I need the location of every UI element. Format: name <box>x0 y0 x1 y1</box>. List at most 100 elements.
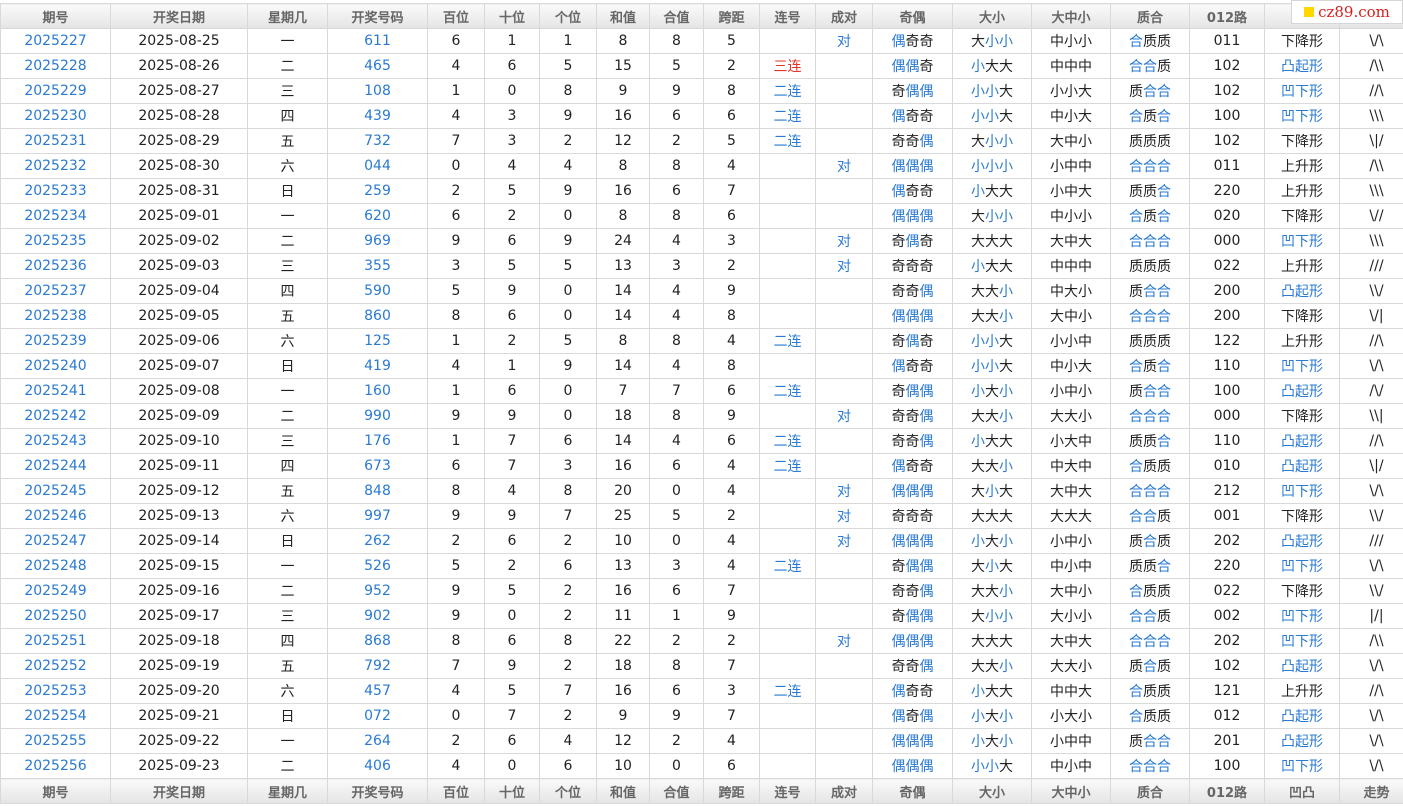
issue-link[interactable]: 2025252 <box>24 658 86 674</box>
number-link[interactable]: 264 <box>364 733 391 749</box>
number-link[interactable]: 160 <box>364 383 391 399</box>
issue-link[interactable]: 2025254 <box>24 708 86 724</box>
road-cell: 202 <box>1189 628 1265 654</box>
number-link[interactable]: 072 <box>364 708 391 724</box>
number-link[interactable]: 044 <box>364 158 391 174</box>
dx-char: 小 <box>985 334 999 350</box>
zh-char: 质 <box>1157 534 1171 550</box>
number-link[interactable]: 108 <box>364 83 391 99</box>
number-link[interactable]: 176 <box>364 433 391 449</box>
zh-cell: 合合合 <box>1110 303 1190 329</box>
number-link[interactable]: 952 <box>364 583 391 599</box>
number-link[interactable]: 860 <box>364 308 391 324</box>
number-cell: 457 <box>327 678 428 704</box>
number-cell: 902 <box>327 603 428 629</box>
number-link[interactable]: 620 <box>364 208 391 224</box>
jo-char: 奇 <box>919 234 934 250</box>
issue-link[interactable]: 2025250 <box>24 608 86 624</box>
number-link[interactable]: 419 <box>364 358 391 374</box>
number-link[interactable]: 848 <box>364 483 391 499</box>
number-link[interactable]: 259 <box>364 183 391 199</box>
issue-link[interactable]: 2025239 <box>24 333 86 349</box>
dx-char: 大 <box>999 559 1013 575</box>
issue-link[interactable]: 2025232 <box>24 158 86 174</box>
sum-cell: 10 <box>596 528 650 554</box>
number-link[interactable]: 902 <box>364 608 391 624</box>
bai-cell: 9 <box>427 503 485 529</box>
dzx-cell: 大中大 <box>1031 478 1111 504</box>
number-link[interactable]: 673 <box>364 458 391 474</box>
issue-link[interactable]: 2025251 <box>24 633 86 649</box>
number-link[interactable]: 969 <box>364 233 391 249</box>
ge-cell: 0 <box>539 378 597 404</box>
issue-link[interactable]: 2025231 <box>24 133 86 149</box>
number-link[interactable]: 355 <box>364 258 391 274</box>
lian-cell: 二连 <box>759 378 816 404</box>
number-link[interactable]: 990 <box>364 408 391 424</box>
dzx-cell: 大中大 <box>1031 228 1111 254</box>
dzx-cell: 大中小 <box>1031 128 1111 154</box>
number-link[interactable]: 406 <box>364 758 391 774</box>
issue-link[interactable]: 2025229 <box>24 83 86 99</box>
dui-cell <box>815 328 873 354</box>
number-link[interactable]: 590 <box>364 283 391 299</box>
issue-cell: 2025230 <box>0 103 111 129</box>
jo-char: 奇 <box>919 359 934 375</box>
dx-char: 大 <box>971 409 985 425</box>
watermark-square-icon <box>1304 7 1315 17</box>
number-cell: 160 <box>327 378 428 404</box>
issue-link[interactable]: 2025247 <box>24 533 86 549</box>
issue-cell: 2025237 <box>0 278 111 304</box>
issue-link[interactable]: 2025233 <box>24 183 86 199</box>
number-link[interactable]: 868 <box>364 633 391 649</box>
issue-link[interactable]: 2025256 <box>24 758 86 774</box>
issue-link[interactable]: 2025248 <box>24 558 86 574</box>
issue-cell: 2025231 <box>0 128 111 154</box>
issue-link[interactable]: 2025234 <box>24 208 86 224</box>
issue-link[interactable]: 2025244 <box>24 458 86 474</box>
jo-char: 奇 <box>905 659 920 675</box>
table-row: 2025254 2025-09-21 日 072 0 7 2 9 9 7 偶奇偶 小大小 小大小 合质质 0… <box>0 703 1403 729</box>
issue-link[interactable]: 2025246 <box>24 508 86 524</box>
number-link[interactable]: 439 <box>364 108 391 124</box>
issue-link[interactable]: 2025253 <box>24 683 86 699</box>
number-link[interactable]: 125 <box>364 333 391 349</box>
issue-link[interactable]: 2025242 <box>24 408 86 424</box>
dx-cell: 大大小 <box>952 278 1032 304</box>
zh-cell: 合质合 <box>1110 203 1190 229</box>
number-link[interactable]: 732 <box>364 133 391 149</box>
zh-char: 质 <box>1143 709 1157 725</box>
he-cell: 5 <box>649 503 704 529</box>
issue-link[interactable]: 2025249 <box>24 583 86 599</box>
dx-char: 小 <box>985 359 999 375</box>
number-link[interactable]: 997 <box>364 508 391 524</box>
issue-link[interactable]: 2025228 <box>24 58 86 74</box>
issue-link[interactable]: 2025235 <box>24 233 86 249</box>
number-link[interactable]: 262 <box>364 533 391 549</box>
issue-link[interactable]: 2025241 <box>24 383 86 399</box>
number-link[interactable]: 611 <box>364 33 391 49</box>
jo-cell: 偶偶偶 <box>872 628 953 654</box>
zh-char: 质 <box>1129 259 1143 275</box>
issue-link[interactable]: 2025230 <box>24 108 86 124</box>
jo-char: 奇 <box>905 259 920 275</box>
issue-link[interactable]: 2025245 <box>24 483 86 499</box>
dx-char: 大 <box>985 734 999 750</box>
number-link[interactable]: 792 <box>364 658 391 674</box>
footer-bai: 百位 <box>427 778 485 804</box>
issue-link[interactable]: 2025237 <box>24 283 86 299</box>
number-link[interactable]: 465 <box>364 58 391 74</box>
zh-cell: 合质质 <box>1110 703 1190 729</box>
sum-cell: 20 <box>596 478 650 504</box>
issue-link[interactable]: 2025240 <box>24 358 86 374</box>
issue-link[interactable]: 2025243 <box>24 433 86 449</box>
issue-link[interactable]: 2025236 <box>24 258 86 274</box>
issue-link[interactable]: 2025255 <box>24 733 86 749</box>
dx-cell: 小小大 <box>952 353 1032 379</box>
number-link[interactable]: 526 <box>364 558 391 574</box>
issue-link[interactable]: 2025227 <box>24 33 86 49</box>
header-bai: 百位 <box>427 3 485 29</box>
dx-cell: 小大大 <box>952 53 1032 79</box>
issue-link[interactable]: 2025238 <box>24 308 86 324</box>
number-link[interactable]: 457 <box>364 683 391 699</box>
